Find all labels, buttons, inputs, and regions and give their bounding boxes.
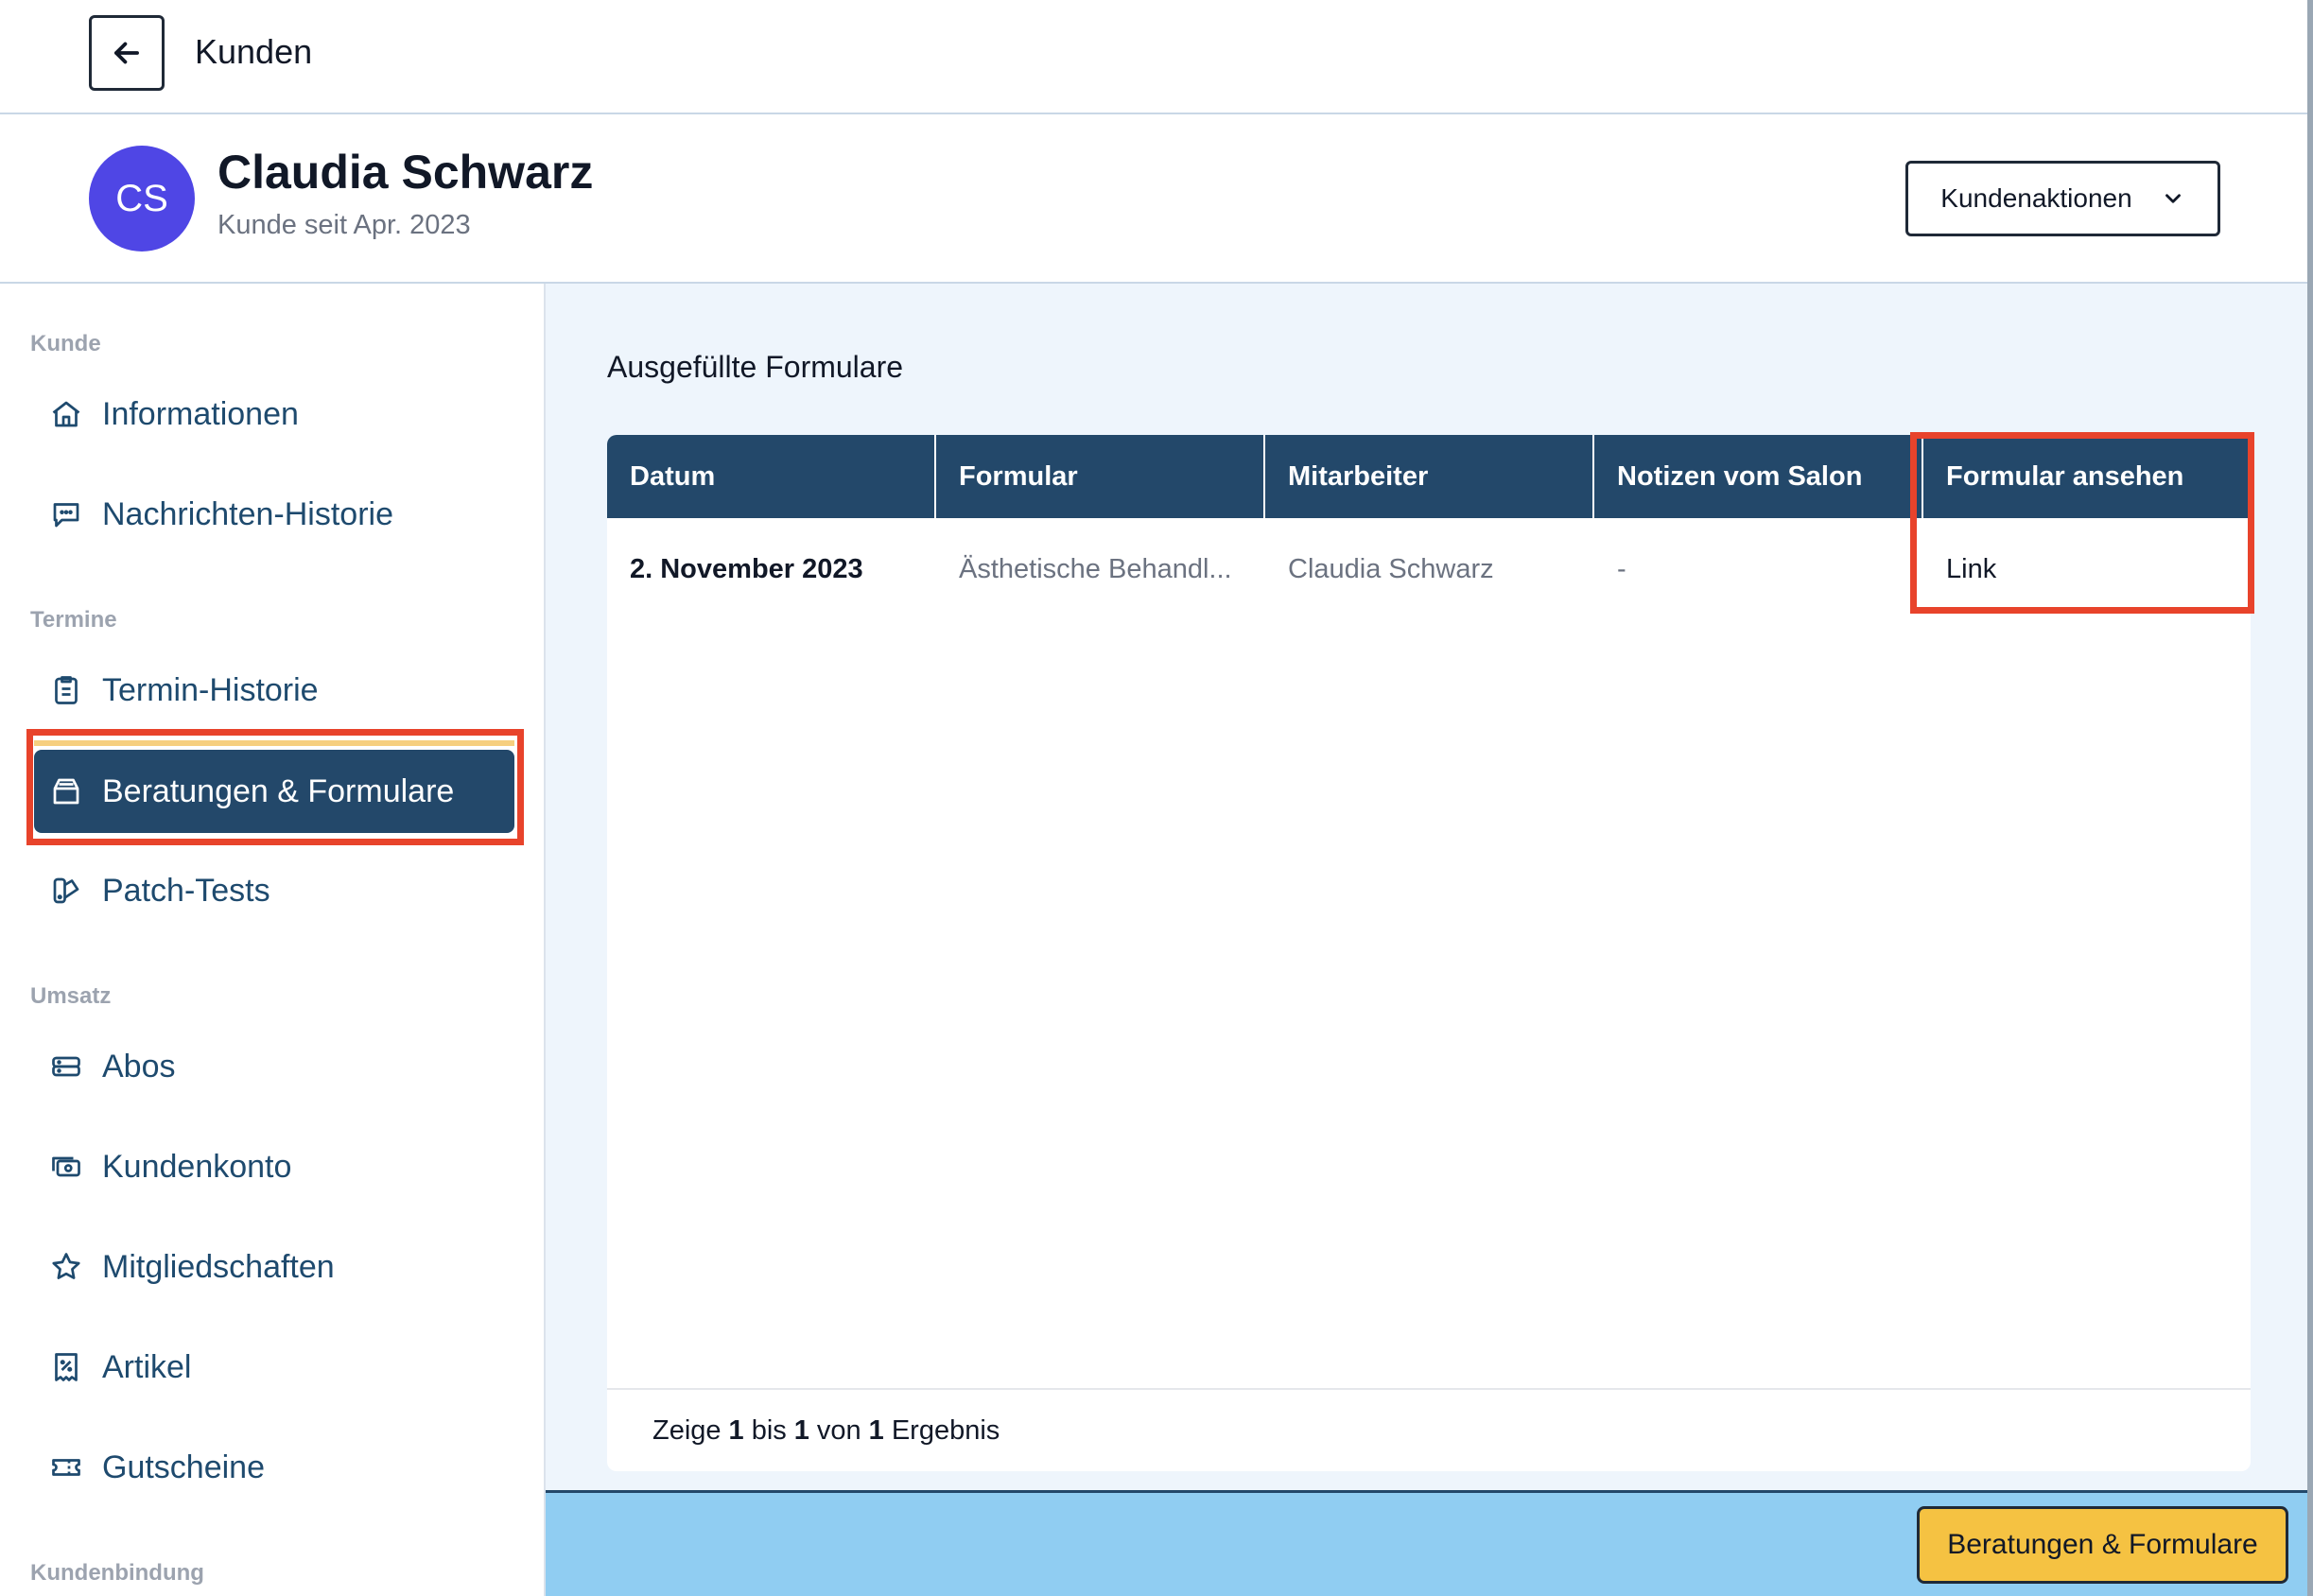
pagination-text: Ergebnis: [891, 1414, 1000, 1446]
sidebar-item-patch-tests[interactable]: Patch-Tests: [34, 849, 514, 932]
receipt-icon: [55, 1353, 78, 1381]
customer-header: CS Claudia Schwarz Kunde seit Apr. 2023 …: [0, 114, 2313, 284]
column-header-datum[interactable]: Datum: [607, 435, 936, 518]
highlight-outline-link-column: [1910, 432, 2254, 614]
sidebar-item-label: Informationen: [102, 395, 299, 432]
section-label-kundenbindung: Kundenbindung: [30, 1560, 204, 1586]
pagination-from: 1: [728, 1414, 744, 1446]
star-icon: [52, 1253, 80, 1279]
sidebar-item-label: Patch-Tests: [102, 872, 270, 909]
cell-datum: 2. November 2023: [630, 553, 863, 584]
sidebar-item-abos[interactable]: Abos: [34, 1025, 514, 1108]
sidebar-item-label: Artikel: [102, 1348, 192, 1385]
sidebar-item-artikel[interactable]: Artikel: [34, 1326, 514, 1409]
column-header-formular[interactable]: Formular: [936, 435, 1265, 518]
column-header-mitarbeiter[interactable]: Mitarbeiter: [1265, 435, 1594, 518]
page-title: Kunden: [195, 32, 313, 71]
sidebar-item-label: Abos: [102, 1048, 176, 1084]
column-header-notizen[interactable]: Notizen vom Salon: [1594, 435, 1923, 518]
sidebar-item-label: Mitgliedschaften: [102, 1248, 335, 1285]
section-label-kunde: Kunde: [30, 331, 101, 356]
sidebar-item-gutscheine[interactable]: Gutscheine: [34, 1426, 514, 1509]
chat-icon: [53, 503, 79, 528]
beratungen-formulare-button[interactable]: Beratungen & Formulare: [1917, 1506, 2288, 1584]
sidebar-item-kundenkonto[interactable]: Kundenkonto: [34, 1125, 514, 1208]
section-title: Ausgefüllte Formulare: [607, 350, 904, 384]
pagination-total: 1: [868, 1414, 884, 1446]
server-icon: [52, 1056, 80, 1077]
swatch-icon: [53, 877, 79, 904]
customer-name: Claudia Schwarz: [217, 146, 594, 199]
sidebar-item-mitgliedschaften[interactable]: Mitgliedschaften: [34, 1225, 514, 1309]
sidebar: Kunde Informationen Nachrichten-Historie…: [0, 284, 546, 1596]
sidebar-item-nachrichten-historie[interactable]: Nachrichten-Historie: [34, 473, 514, 556]
pagination-to: 1: [793, 1414, 809, 1446]
customer-since: Kunde seit Apr. 2023: [217, 210, 471, 240]
pagination-text: Zeige: [652, 1414, 722, 1446]
pagination-summary: Zeige 1 bis 1 von 1 Ergebnis: [607, 1388, 2251, 1471]
sidebar-item-label: Gutscheine: [102, 1449, 265, 1485]
sidebar-item-label: Termin-Historie: [102, 671, 319, 708]
sidebar-item-label: Nachrichten-Historie: [102, 495, 393, 532]
sidebar-item-label: Kundenkonto: [102, 1148, 292, 1185]
cell-mitarbeiter: Claudia Schwarz: [1288, 553, 1494, 584]
window-edge: [2307, 0, 2313, 1596]
home-icon: [52, 401, 80, 427]
avatar: CS: [89, 146, 195, 252]
back-button[interactable]: [89, 15, 165, 91]
pagination-text: bis: [751, 1414, 787, 1446]
ticket-icon: [52, 1459, 80, 1476]
bottom-bar: Beratungen & Formulare: [546, 1490, 2313, 1596]
section-label-termine: Termine: [30, 607, 117, 633]
cash-icon: [52, 1156, 80, 1177]
sidebar-item-informationen[interactable]: Informationen: [34, 373, 514, 456]
top-bar: Kunden: [0, 0, 2313, 114]
customer-actions-button[interactable]: Kundenaktionen: [1905, 161, 2220, 236]
sidebar-item-termin-historie[interactable]: Termin-Historie: [34, 649, 514, 732]
cell-notizen: -: [1617, 553, 1626, 584]
pagination-text: von: [816, 1414, 861, 1446]
chevron-down-icon: [2165, 194, 2181, 203]
customer-actions-label: Kundenaktionen: [1940, 183, 2132, 213]
clipboard-icon: [55, 676, 78, 704]
cell-formular: Ästhetische Behandl...: [959, 553, 1232, 584]
section-label-umsatz: Umsatz: [30, 983, 112, 1009]
highlight-outline-sidebar: [26, 729, 524, 845]
arrow-left-icon: [114, 42, 139, 64]
